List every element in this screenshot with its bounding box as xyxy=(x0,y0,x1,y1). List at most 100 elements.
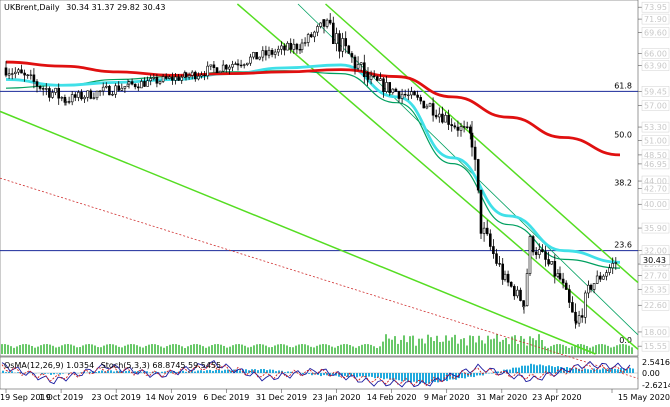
candle-body xyxy=(416,94,419,98)
price-label: 57.00 xyxy=(644,102,667,111)
candle-body xyxy=(391,88,395,93)
candle-body xyxy=(23,72,26,76)
candle-body xyxy=(459,126,463,131)
candle-body xyxy=(369,75,373,80)
candle-body xyxy=(212,64,216,69)
candle-body xyxy=(74,94,77,98)
price-label-box: 51.00 xyxy=(641,135,670,146)
candle-body xyxy=(267,49,271,56)
candle-body xyxy=(482,227,486,234)
candle-body xyxy=(512,286,516,297)
candle-body xyxy=(44,88,48,90)
candle-body xyxy=(218,70,222,74)
current-price-label: 30.43 xyxy=(643,256,666,265)
candle-body xyxy=(108,85,111,96)
price-label: 32.00 xyxy=(644,247,667,256)
candle-body xyxy=(276,48,280,53)
candle-body xyxy=(492,246,495,255)
candle-body xyxy=(608,267,611,273)
candle-body xyxy=(303,42,307,44)
fibonacci-label: 0.0 xyxy=(619,336,632,345)
candle-body xyxy=(309,34,313,38)
candle-body xyxy=(425,105,429,109)
price-label: 22.60 xyxy=(644,301,667,310)
price-label: 48.50 xyxy=(644,151,667,160)
candle-body xyxy=(431,103,435,116)
candle-body xyxy=(544,251,547,260)
price-label-box: 32.00 xyxy=(641,245,670,256)
fibonacci-label: 61.8 xyxy=(614,81,632,90)
candle-body xyxy=(394,88,398,92)
price-label-box: 25.35 xyxy=(641,284,670,295)
candle-body xyxy=(553,261,557,277)
oscillator-axis-label: 0.00 xyxy=(642,369,660,378)
price-label: 35.90 xyxy=(644,224,667,233)
candle-body xyxy=(26,74,30,76)
main-panel-frame xyxy=(0,0,639,357)
candle-body xyxy=(190,71,194,76)
candle-body xyxy=(155,77,159,84)
price-label: 66.00 xyxy=(644,49,667,58)
candle-body xyxy=(35,81,39,87)
candle-body xyxy=(476,159,480,191)
candle-body xyxy=(319,22,322,27)
price-label: 40.00 xyxy=(644,200,667,209)
candle-body xyxy=(567,289,571,303)
candle-body xyxy=(80,92,83,100)
price-label: 59.45 xyxy=(644,87,667,96)
candle-body xyxy=(322,19,326,27)
date-label: 23 Apr 2020 xyxy=(532,393,581,402)
price-label-box: 73.95 xyxy=(641,1,670,13)
date-label: 23 Jan 2020 xyxy=(313,393,361,402)
price-label-box: 48.50 xyxy=(641,149,670,161)
candle-body xyxy=(89,90,93,99)
candle-body xyxy=(453,125,457,128)
candle-body xyxy=(375,76,379,81)
candle-body xyxy=(403,93,407,96)
candle-body xyxy=(114,85,117,95)
candle-body xyxy=(164,76,168,79)
candle-body xyxy=(221,64,225,72)
candle-body xyxy=(450,124,454,127)
candle-body xyxy=(286,42,289,51)
price-label: 15.55 xyxy=(644,342,667,351)
candle-body xyxy=(372,75,376,78)
candle-body xyxy=(258,56,262,60)
candle-body xyxy=(468,126,472,134)
header-ohlc: UKBrent,Daily 30.34 31.37 29.82 30.43 xyxy=(4,3,165,12)
candle-body xyxy=(441,113,444,123)
date-label: 6 Dec 2019 xyxy=(203,393,249,402)
oscillator-axis-label: -2.6214 xyxy=(642,381,670,390)
price-label-box: 40.00 xyxy=(641,198,670,210)
candle-body xyxy=(501,263,505,280)
date-label: 23 Oct 2019 xyxy=(91,393,140,402)
candle-body xyxy=(470,132,474,148)
price-chart[interactable]: 61.8 50.0 38.2 23.6 0.0 73.95 71.90 69.60 66.00… xyxy=(0,0,670,403)
candle-body xyxy=(341,38,344,52)
candle-body xyxy=(556,273,560,277)
candle-body xyxy=(92,97,96,99)
candle-body xyxy=(479,189,483,234)
candle-body xyxy=(127,81,131,85)
price-label: 63.90 xyxy=(644,62,667,71)
candle-body xyxy=(48,88,51,98)
candle-body xyxy=(397,91,401,99)
candle-body xyxy=(498,263,501,265)
candle-body xyxy=(137,86,140,89)
candle-body xyxy=(537,249,541,255)
candle-body xyxy=(598,275,602,280)
price-label: 18.00 xyxy=(644,328,667,337)
candle-body xyxy=(270,49,274,55)
candle-body xyxy=(64,101,68,103)
osma-label-text: OsMA(12,26,9) 1.0354 xyxy=(4,361,94,370)
candle-body xyxy=(111,93,114,96)
candle-body xyxy=(388,82,392,93)
candle-body xyxy=(611,263,615,269)
candle-body xyxy=(614,262,618,264)
fibonacci-label: 50.0 xyxy=(614,130,632,139)
price-label-box: 53.30 xyxy=(641,121,670,133)
price-label: 73.95 xyxy=(644,3,667,12)
price-label: 42.70 xyxy=(644,185,667,194)
candle-body xyxy=(362,62,366,78)
candle-body xyxy=(522,305,526,308)
